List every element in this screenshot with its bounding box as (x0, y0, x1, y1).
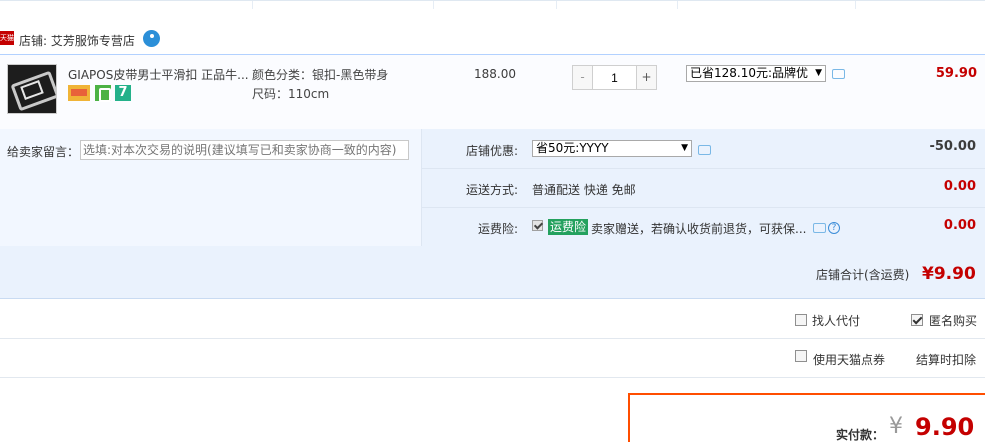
seller-note-label: 给卖家留言： (7, 145, 80, 159)
shop-coupon-select[interactable]: 省50元:YYYY ▼ (532, 140, 692, 157)
divider (422, 168, 985, 169)
points-note: 结算时扣除 (916, 353, 977, 367)
divider (0, 338, 985, 339)
shop-coupon-amount: -50.00 (929, 139, 976, 154)
points-checkbox[interactable] (795, 350, 807, 362)
shipping-method: 普通配送 快递 免邮 (532, 183, 636, 197)
insurance-checkbox[interactable] (532, 220, 543, 231)
quantity-decrease-button[interactable]: - (572, 65, 593, 90)
insurance-amount: 0.00 (943, 218, 976, 233)
header-strip (0, 0, 985, 9)
divider (422, 207, 985, 208)
shop-name[interactable]: 店铺: 艾芳服饰专营店 (19, 32, 135, 49)
item-subtotal: 59.90 (935, 66, 977, 81)
insurance-tag: 运费险 (548, 219, 589, 235)
dropdown-arrow-icon: ▼ (815, 68, 822, 78)
wangwang-chat-icon[interactable] (143, 30, 160, 47)
mobile-icon (95, 85, 111, 102)
shop-total-value: ¥9.90 (922, 264, 976, 284)
shipping-amount: 0.00 (943, 179, 976, 194)
insurance-description: 卖家赠送，若确认收货前退货，可获保... (591, 222, 807, 236)
tmall-shop-icon: 天猫 (0, 31, 14, 45)
shipping-label: 运送方式: (465, 183, 518, 197)
payment-amount: 9.90 (915, 413, 975, 441)
anonymous-checkbox[interactable] (911, 314, 923, 326)
shop-coupon-value: 省50元:YYYY (536, 141, 609, 155)
credit-card-icon (68, 85, 90, 101)
item-discount-value: 已省128.10元:品牌优 (690, 66, 809, 80)
shop-total-label: 店铺合计(含运费) (816, 268, 910, 282)
payment-currency: ¥ (889, 414, 903, 439)
help-icon[interactable]: ? (828, 222, 840, 234)
quantity-input[interactable] (593, 65, 636, 90)
insurance-label: 运费险: (477, 222, 518, 236)
points-label[interactable]: 使用天猫点券 (813, 351, 885, 368)
quantity-increase-button[interactable]: + (636, 65, 657, 90)
proxy-pay-label[interactable]: 找人代付 (812, 312, 860, 329)
sku-size: 尺码：110cm (252, 87, 330, 101)
anonymous-label[interactable]: 匿名购买 (929, 312, 977, 329)
unit-price: 188.00 (474, 67, 516, 81)
seven-day-return-icon: 7 (115, 85, 131, 101)
item-title[interactable]: GIAPOS皮带男士平滑扣 正品牛... (68, 66, 249, 83)
checkout-page: 天猫 店铺: 艾芳服饰专营店 GIAPOS皮带男士平滑扣 正品牛... 7 颜色… (0, 0, 985, 442)
item-thumbnail[interactable] (7, 64, 57, 114)
proxy-pay-checkbox[interactable] (795, 314, 807, 326)
coupon-message-icon[interactable] (698, 145, 711, 155)
payment-label: 实付款： (836, 428, 885, 442)
discount-message-icon[interactable] (832, 69, 845, 79)
seller-note-input[interactable] (80, 140, 409, 160)
insurance-message-icon[interactable] (813, 223, 826, 233)
shop-coupon-label: 店铺优惠: (465, 144, 518, 158)
dropdown-arrow-icon: ▼ (681, 143, 688, 153)
sku-color: 颜色分类：银扣-黑色带身 (252, 68, 389, 82)
item-discount-select[interactable]: 已省128.10元:品牌优 ▼ (686, 65, 826, 82)
divider (0, 377, 985, 378)
